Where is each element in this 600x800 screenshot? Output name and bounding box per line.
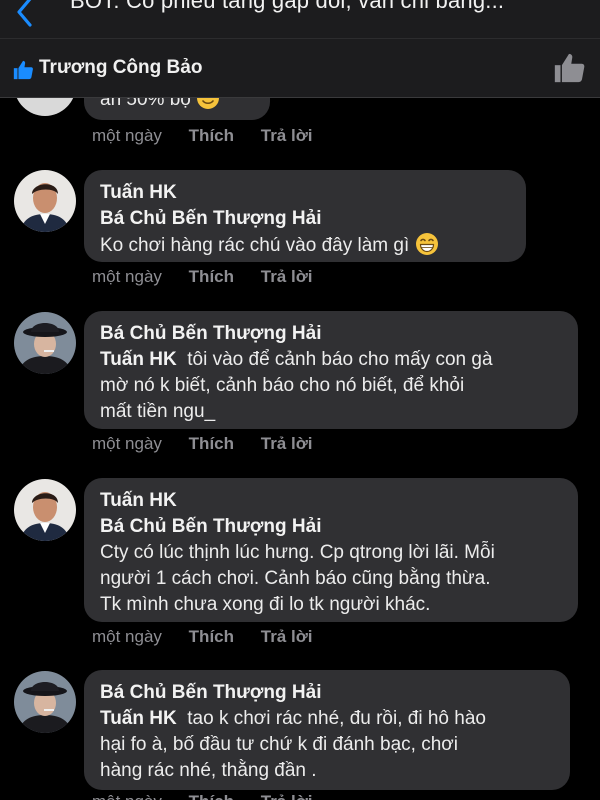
comment-line: mất tiền ngu_ (100, 401, 216, 422)
comment-actions: một ngày Thích Trả lời (92, 792, 335, 800)
comment-actions: một ngày Thích Trả lời (92, 434, 335, 454)
reply-button[interactable]: Trả lời (261, 627, 313, 647)
avatar-image (14, 671, 76, 733)
comment-actions: một ngày Thích Trả lời (92, 126, 335, 146)
avatar[interactable] (14, 312, 76, 374)
comment-text-tail: ăn 50% bộ (100, 98, 191, 110)
comment-line: Cty có lúc thịnh lúc hưng. Cp qtrong lời… (100, 542, 495, 563)
comment-line: hàng rác nhé, thằng đần . (100, 760, 317, 781)
comments-feed[interactable]: ăn 50% bộ một ngày Thích Trả lời Tuấn HK… (0, 98, 600, 800)
like-comment-button[interactable]: Thích (189, 792, 234, 800)
comment-text: ăn 50% bộ (100, 98, 254, 113)
comment-mention[interactable]: Tuấn HK (100, 708, 177, 729)
comment-bubble[interactable]: Bá Chủ Bến Thượng Hải Tuấn HK tao k chơi… (84, 670, 570, 790)
grinning-face-emoji (415, 233, 438, 255)
reply-button[interactable]: Trả lời (261, 267, 313, 287)
reply-button[interactable]: Trả lời (261, 792, 313, 800)
comment-text: Ko chơi hàng rác chú vào đây làm gì (100, 232, 510, 259)
avatar[interactable] (14, 479, 76, 541)
comment-mention[interactable]: Bá Chủ Bến Thượng Hải (100, 206, 510, 232)
like-comment-button[interactable]: Thích (189, 267, 234, 287)
comment-line: tao k chơi rác nhé, đu rồi, đi hô hào (187, 708, 486, 729)
comment-author[interactable]: Tuấn HK (100, 180, 510, 206)
comment-bubble[interactable]: Tuấn HK Bá Chủ Bến Thượng Hải Ko chơi hà… (84, 170, 526, 262)
like-comment-button[interactable]: Thích (189, 434, 234, 454)
comment-body: Ko chơi hàng rác chú vào đây làm gì (100, 235, 410, 256)
comment-text: Tuấn HK tao k chơi rác nhé, đu rồi, đi h… (100, 706, 554, 732)
comment-bubble[interactable]: Tuấn HK Bá Chủ Bến Thượng Hải Cty có lúc… (84, 478, 578, 622)
avatar-image (14, 312, 76, 374)
like-post-button[interactable] (552, 51, 586, 85)
avatar[interactable] (14, 98, 76, 116)
comment-time: một ngày (92, 126, 162, 145)
comment-time: một ngày (92, 267, 162, 286)
reply-button[interactable]: Trả lời (261, 126, 313, 146)
comment-actions: một ngày Thích Trả lời (92, 627, 335, 647)
comment-line: tôi vào để cảnh báo cho mấy con gà (187, 349, 493, 370)
comment-bubble[interactable]: Bá Chủ Bến Thượng Hải Tuấn HK tôi vào để… (84, 311, 578, 429)
liker-name[interactable]: Trương Công Bảo (39, 57, 202, 79)
comment-mention[interactable]: Bá Chủ Bến Thượng Hải (100, 514, 562, 540)
comment-author[interactable]: Bá Chủ Bến Thượng Hải (100, 680, 554, 706)
avatar[interactable] (14, 170, 76, 232)
avatar[interactable] (14, 671, 76, 733)
comment-time: một ngày (92, 434, 162, 453)
comment-actions: một ngày Thích Trả lời (92, 267, 335, 287)
comment-line: hại fo à, bố đầu tư chứ k đi đánh bạc, c… (100, 734, 458, 755)
comment-author[interactable]: Tuấn HK (100, 488, 562, 514)
comment-line: mờ nó k biết, cảnh báo cho nó biết, để k… (100, 375, 465, 396)
like-comment-button[interactable]: Thích (189, 627, 234, 647)
comment-text: Tuấn HK tôi vào để cảnh báo cho mấy con … (100, 347, 562, 373)
reply-button[interactable]: Trả lời (261, 434, 313, 454)
comment-line: người 1 cách chơi. Cảnh báo cũng bằng th… (100, 568, 491, 589)
comment-author[interactable]: Bá Chủ Bến Thượng Hải (100, 321, 562, 347)
chevron-left-icon (17, 0, 32, 27)
comment-time: một ngày (92, 792, 162, 800)
likes-bar[interactable]: Trương Công Bảo (0, 38, 600, 98)
top-bar: BOT: Cổ phiếu tăng gấp đôi, vẫn chỉ bằng… (0, 0, 600, 38)
post-title: BOT: Cổ phiếu tăng gấp đôi, vẫn chỉ bằng… (70, 0, 505, 13)
comment-mention[interactable]: Tuấn HK (100, 349, 177, 370)
thumbs-up-icon (13, 60, 33, 80)
like-comment-button[interactable]: Thích (189, 126, 234, 146)
comment-time: một ngày (92, 627, 162, 646)
smiling-face-emoji (197, 98, 220, 109)
back-button[interactable] (8, 0, 42, 32)
comment-line: Tk mình chưa xong đi lo tk người khác. (100, 594, 431, 615)
comment-bubble[interactable]: ăn 50% bộ (84, 98, 270, 120)
avatar-image (14, 479, 76, 541)
avatar-image (14, 170, 76, 232)
